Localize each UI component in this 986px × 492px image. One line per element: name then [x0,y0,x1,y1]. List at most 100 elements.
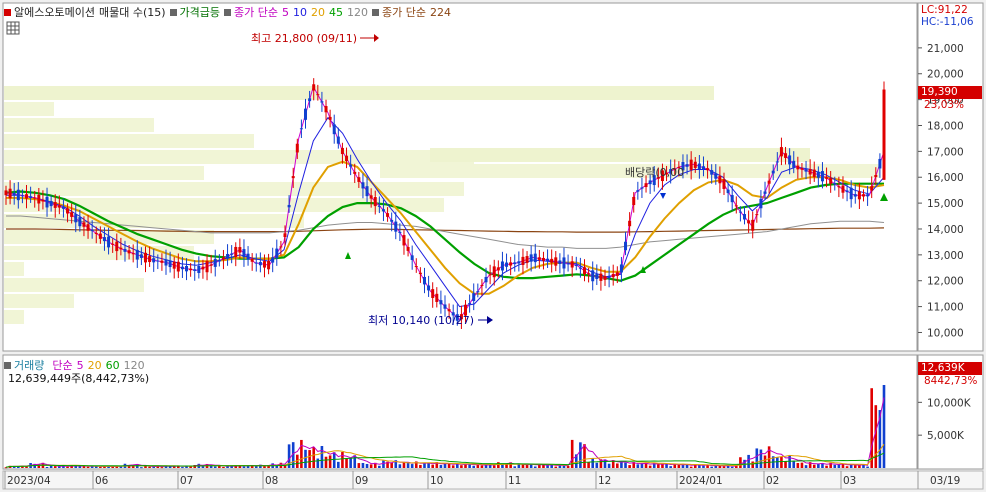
price-tick-label: 14,000 [927,224,964,236]
volume-bar [607,463,611,468]
candle-body [496,267,500,271]
stock-chart-window[interactable]: 최고 21,800 (09/11) 최저 10,140 (10/27) 배당락(… [0,0,986,492]
volume-profile-bar [4,150,474,164]
candle-body [25,194,29,199]
candle-body [628,220,632,227]
candle-body [185,266,189,272]
candle-body [271,257,275,263]
candle-body [373,197,377,207]
volume-profile-bar [4,102,54,116]
volume-bar [825,465,828,468]
candle-body [812,169,816,177]
candle-body [722,179,726,189]
x-axis-strip[interactable] [2,470,984,490]
candle-body [521,256,525,265]
candle-body [558,260,562,264]
price-tick-label: 18,000 [927,120,964,132]
volume-bar [419,464,422,468]
candle-body [119,247,123,250]
volume-bar [337,461,340,468]
candle-body [226,253,230,259]
candle-body [381,209,385,212]
candle-body [743,214,747,220]
candle-body [525,256,529,263]
candle-body [619,264,623,273]
volume-bar [213,466,217,468]
x-tick-label: 11 [508,475,521,487]
series-name[interactable]: 알에스오토메이션 [4,4,95,20]
candle-body [291,176,295,179]
candle-body [135,249,139,260]
volume-bar [751,461,755,468]
ma-5-label: 5 [282,5,289,19]
volume-bar [263,466,266,468]
volume-bar [86,466,90,468]
volume-bar [784,461,787,468]
volume-bar [497,462,500,468]
volume-profile-bar [4,278,144,292]
price-tick-label: 15,000 [927,198,964,210]
price-tick-label: 11,000 [927,302,964,314]
candle-body [139,254,143,258]
volume-bar [316,458,320,468]
candle-body [685,164,689,167]
indicator-label[interactable]: 매물대 수(15) [99,4,166,20]
volume-tag: 12,639K [918,362,982,375]
candle-body [820,171,824,182]
gray-square-icon [169,8,177,16]
candle-body [492,266,496,278]
candle-body [861,194,865,197]
volume-bar [369,464,373,468]
candle-body [295,143,299,153]
volume-bar [833,464,837,468]
ma-45-label: 45 [329,5,343,19]
candle-body [287,204,291,208]
dividend-annotation: 배당락(0,00 [625,166,684,179]
candle-body [102,237,106,242]
candle-body [230,253,234,255]
candle-body [74,214,78,223]
volume-bar [320,446,324,468]
candle-body [16,189,20,201]
ma-long-legend[interactable]: 종가 단순 224 [372,4,451,20]
volume-bar [533,466,537,468]
x-axis-end-date: 03/19 [930,475,960,487]
volume-bar [460,465,463,468]
ma-legend[interactable]: 종가 단순 5 10 20 45 120 [224,4,368,20]
price-legend: 알에스오토메이션 매물대 수(15) 가격급등 종가 단순 5 10 20 45… [4,4,451,20]
volume-bar [776,457,779,468]
volume-bar [718,465,722,468]
volume-percent: 8442,73% [924,375,978,387]
candle-body [587,273,591,275]
x-tick-label: 2024/01 [679,475,723,487]
candle-body [751,219,755,231]
candle-body [4,190,8,196]
volume-bar [365,463,369,468]
candle-body [299,128,303,130]
volume-profile-bar [4,262,24,276]
volume-bar [587,462,590,468]
candle-body [599,273,603,281]
candle-body [283,233,287,238]
volume-bar [45,466,49,468]
candle-body [513,262,517,265]
candle-body [796,165,800,170]
grid-icon[interactable] [6,21,20,35]
volume-bar [739,457,742,468]
candle-body [636,190,640,192]
candle-body [738,211,742,213]
candle-body [882,89,886,180]
volume-bar [657,464,660,468]
candle-body [878,158,882,169]
candle-body [168,260,172,268]
candle-body [578,267,582,269]
candle-body [12,192,16,196]
candle-body [20,195,24,197]
candle-body [476,291,480,293]
volume-bar [254,466,258,468]
price-surge-legend[interactable]: 가격급등 [169,4,220,20]
candle-body [308,98,312,102]
volume-profile-bar [430,148,810,162]
volume-bar [792,460,796,468]
candle-body [361,182,365,189]
